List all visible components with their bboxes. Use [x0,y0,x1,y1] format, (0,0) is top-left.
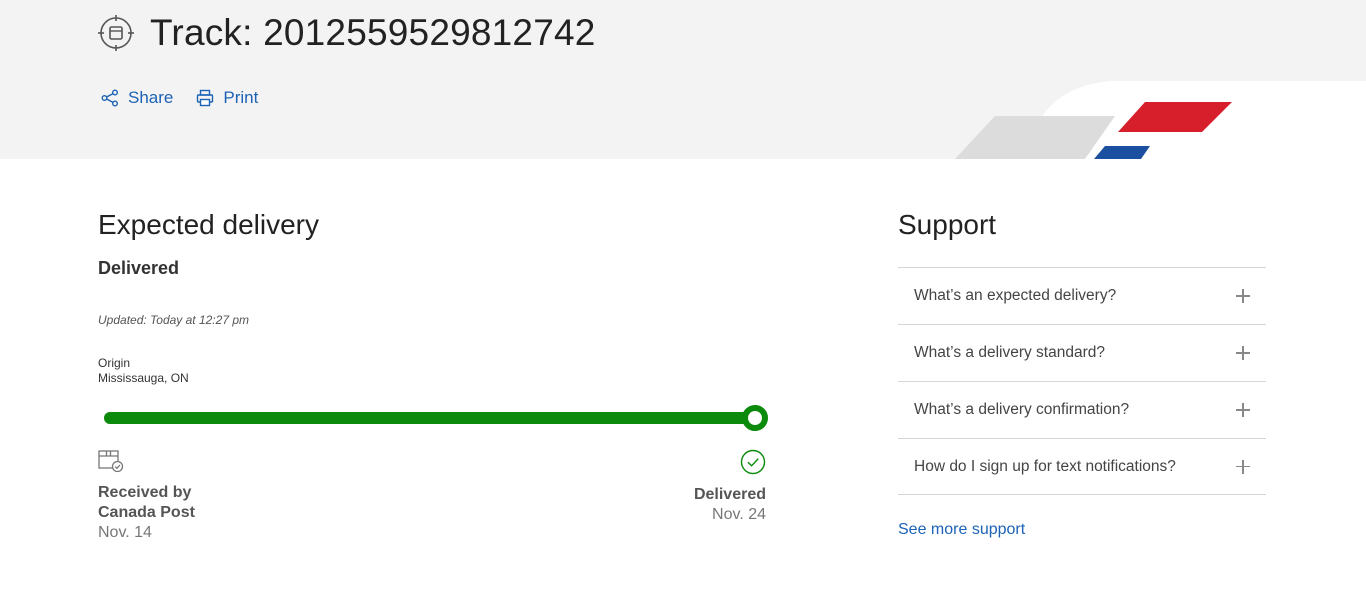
check-circle-icon [740,449,766,475]
plus-icon [1236,289,1250,303]
delivered-title: Delivered [693,486,766,503]
package-icon [98,449,124,473]
print-button[interactable]: Print [195,88,258,108]
print-icon [195,88,215,108]
share-button[interactable]: Share [100,88,173,108]
tracking-header: Track: 2012559529812742 Share Print [0,0,1366,159]
expected-delivery-heading: Expected delivery [98,209,320,240]
page-title-row: Track: 2012559529812742 [98,12,596,54]
origin-label: Origin [98,356,131,370]
faq-item-delivery-standard[interactable]: What’s a delivery standard? [898,324,1266,381]
title-prefix: Track: [150,12,253,53]
page-title: Track: 2012559529812742 [150,12,596,54]
updated-timestamp: Updated: Today at 12:27 pm [98,313,249,327]
received-title-line2: Canada Post [98,504,195,521]
faq-item-expected-delivery[interactable]: What’s an expected delivery? [898,267,1266,324]
header-actions: Share Print [100,88,280,108]
progress-fill [104,412,754,424]
faq-label: How do I sign up for text notifications? [914,457,1176,475]
received-title-line1: Received by [98,484,192,501]
delivered-date: Nov. 24 [712,506,766,523]
see-more-support-link[interactable]: See more support [898,521,1025,539]
share-icon [100,88,120,108]
progress-end-marker [742,405,768,431]
plus-icon [1236,346,1250,360]
support-heading: Support [898,209,997,240]
track-icon [98,13,134,53]
origin-value: Mississauga, ON [98,371,189,385]
milestone-received: Received by Canada Post Nov. 14 [98,449,195,543]
plus-icon [1236,403,1250,417]
support-faq-list: What’s an expected delivery? What’s a de… [898,267,1266,495]
plus-icon [1236,459,1250,474]
received-date: Nov. 14 [98,524,152,541]
faq-label: What’s a delivery standard? [914,344,1105,361]
expected-delivery-section: Expected delivery Delivered Updated: Tod… [98,205,768,385]
faq-label: What’s a delivery confirmation? [914,401,1130,418]
share-label: Share [128,88,174,107]
faq-item-text-notifications[interactable]: How do I sign up for text notifications? [898,438,1266,495]
support-section: Support [898,205,1266,245]
delivery-progress-bar [104,405,768,431]
print-label: Print [223,88,259,107]
faq-item-delivery-confirmation[interactable]: What’s a delivery confirmation? [898,381,1266,438]
milestone-delivered: Delivered Nov. 24 [560,449,766,525]
tracking-number: 2012559529812742 [263,12,596,53]
faq-label: What’s an expected delivery? [914,287,1117,304]
delivery-status: Delivered [98,258,180,278]
